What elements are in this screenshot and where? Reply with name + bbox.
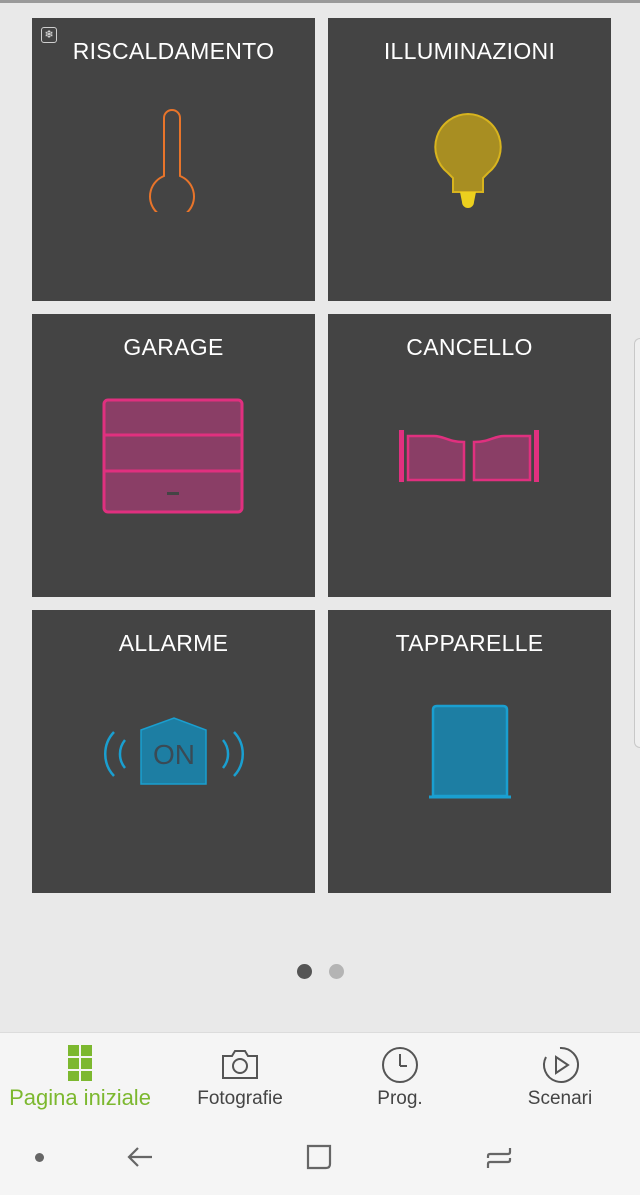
lightbulb-icon	[434, 112, 502, 208]
edge-panel-handle[interactable]	[634, 338, 640, 748]
garage-door-icon	[102, 398, 244, 514]
top-divider	[0, 0, 640, 3]
shutter-icon	[429, 704, 511, 799]
page-dot-inactive[interactable]	[329, 964, 344, 979]
tile-allarme[interactable]: ALLARME ON	[32, 610, 315, 893]
play-circle-icon	[543, 1046, 579, 1083]
thermometer-icon	[149, 109, 195, 212]
tile-cancello[interactable]: CANCELLO	[328, 314, 611, 597]
nav-scenari[interactable]: Scenari	[480, 1033, 640, 1121]
nav-prog[interactable]: Prog.	[320, 1033, 480, 1121]
back-icon[interactable]	[126, 1142, 156, 1172]
page-indicator[interactable]	[296, 964, 356, 980]
tile-illuminazioni[interactable]: ILLUMINAZIONI	[328, 18, 611, 301]
nav-label: Prog.	[377, 1088, 423, 1109]
tile-title: RISCALDAMENTO	[72, 38, 275, 64]
tile-title: CANCELLO	[406, 334, 533, 360]
system-navigation-bar	[0, 1120, 640, 1195]
nav-label: Scenari	[527, 1088, 593, 1109]
grid-icon	[68, 1045, 92, 1081]
recents-icon[interactable]	[484, 1142, 514, 1172]
nav-fotografie[interactable]: Fotografie	[160, 1033, 320, 1121]
nav-label: Pagina iniziale	[9, 1085, 151, 1110]
clock-icon	[382, 1047, 418, 1083]
tile-title: ALLARME	[118, 630, 229, 656]
tile-title: TAPPARELLE	[395, 630, 544, 656]
tile-riscaldamento[interactable]: ❄ RISCALDAMENTO	[32, 18, 315, 301]
tile-garage[interactable]: GARAGE	[32, 314, 315, 597]
camera-icon	[222, 1050, 258, 1079]
nav-label: Fotografie	[197, 1088, 283, 1109]
gate-icon	[399, 430, 539, 482]
nav-pagina-iniziale[interactable]: Pagina iniziale	[0, 1033, 160, 1121]
home-icon[interactable]	[304, 1142, 334, 1172]
tile-title: ILLUMINAZIONI	[383, 38, 556, 64]
nav-dot-icon[interactable]	[35, 1153, 44, 1162]
tile-tapparelle[interactable]: TAPPARELLE	[328, 610, 611, 893]
page-dot-active[interactable]	[297, 964, 312, 979]
tile-title: GARAGE	[123, 334, 224, 360]
alarm-status-label: ON	[153, 739, 195, 770]
bottom-navigation: Pagina iniziale Fotografie Prog. Scenari	[0, 1032, 640, 1120]
